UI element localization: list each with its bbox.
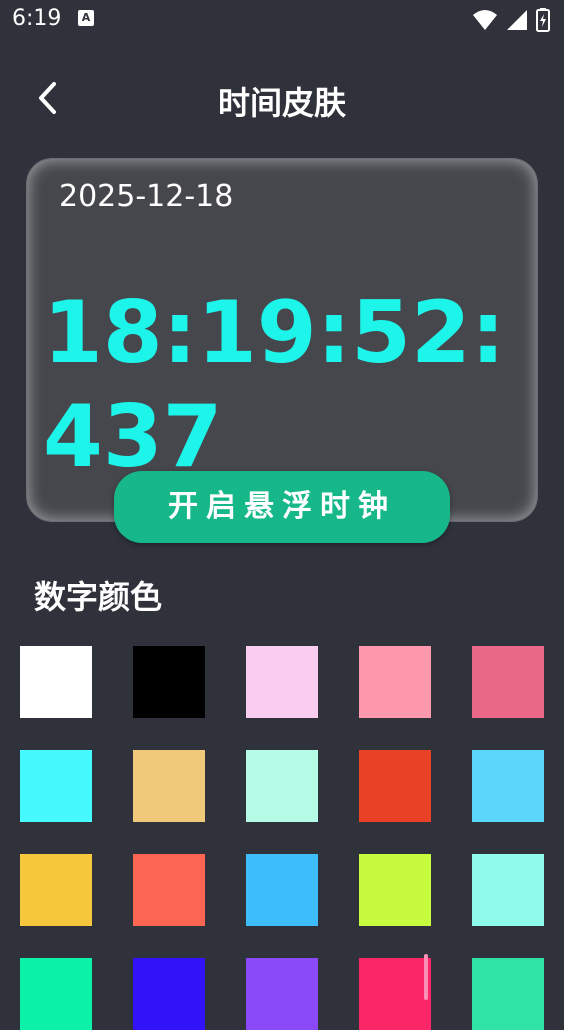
color-swatch[interactable] (472, 854, 544, 926)
color-swatch[interactable] (133, 958, 205, 1030)
clock-time: 18:19:52:437 (43, 283, 506, 487)
enable-floating-clock-button[interactable]: 开启悬浮时钟 (114, 471, 450, 543)
color-swatch[interactable] (20, 958, 92, 1030)
color-swatch[interactable] (20, 750, 92, 822)
color-swatch[interactable] (472, 646, 544, 718)
status-time: 6:19 (12, 6, 62, 31)
page-title: 时间皮肤 (217, 84, 346, 122)
color-swatch[interactable] (246, 750, 318, 822)
color-swatch[interactable] (133, 750, 205, 822)
notification-a-icon: A (78, 10, 94, 26)
wifi-icon (473, 10, 497, 30)
color-swatch[interactable] (472, 958, 544, 1030)
color-swatch[interactable] (472, 750, 544, 822)
color-swatch[interactable] (246, 958, 318, 1030)
digit-color-title: 数字颜色 (34, 578, 163, 616)
status-icons (472, 7, 550, 33)
color-swatch[interactable] (359, 958, 431, 1030)
color-swatch[interactable] (359, 854, 431, 926)
color-swatch[interactable] (359, 646, 431, 718)
signal-icon (507, 10, 527, 30)
color-swatch[interactable] (246, 646, 318, 718)
color-swatch[interactable] (133, 646, 205, 718)
status-bar: 6:19 A (0, 0, 564, 40)
color-swatch[interactable] (246, 854, 318, 926)
color-swatch[interactable] (359, 750, 431, 822)
scroll-indicator (424, 954, 428, 1000)
clock-preview-card: 2025-12-18 18:19:52:437 (26, 158, 538, 522)
color-swatch[interactable] (20, 646, 92, 718)
color-swatch[interactable] (133, 854, 205, 926)
color-swatch[interactable] (20, 854, 92, 926)
clock-date: 2025-12-18 (59, 179, 234, 214)
battery-charging-icon (536, 8, 550, 32)
